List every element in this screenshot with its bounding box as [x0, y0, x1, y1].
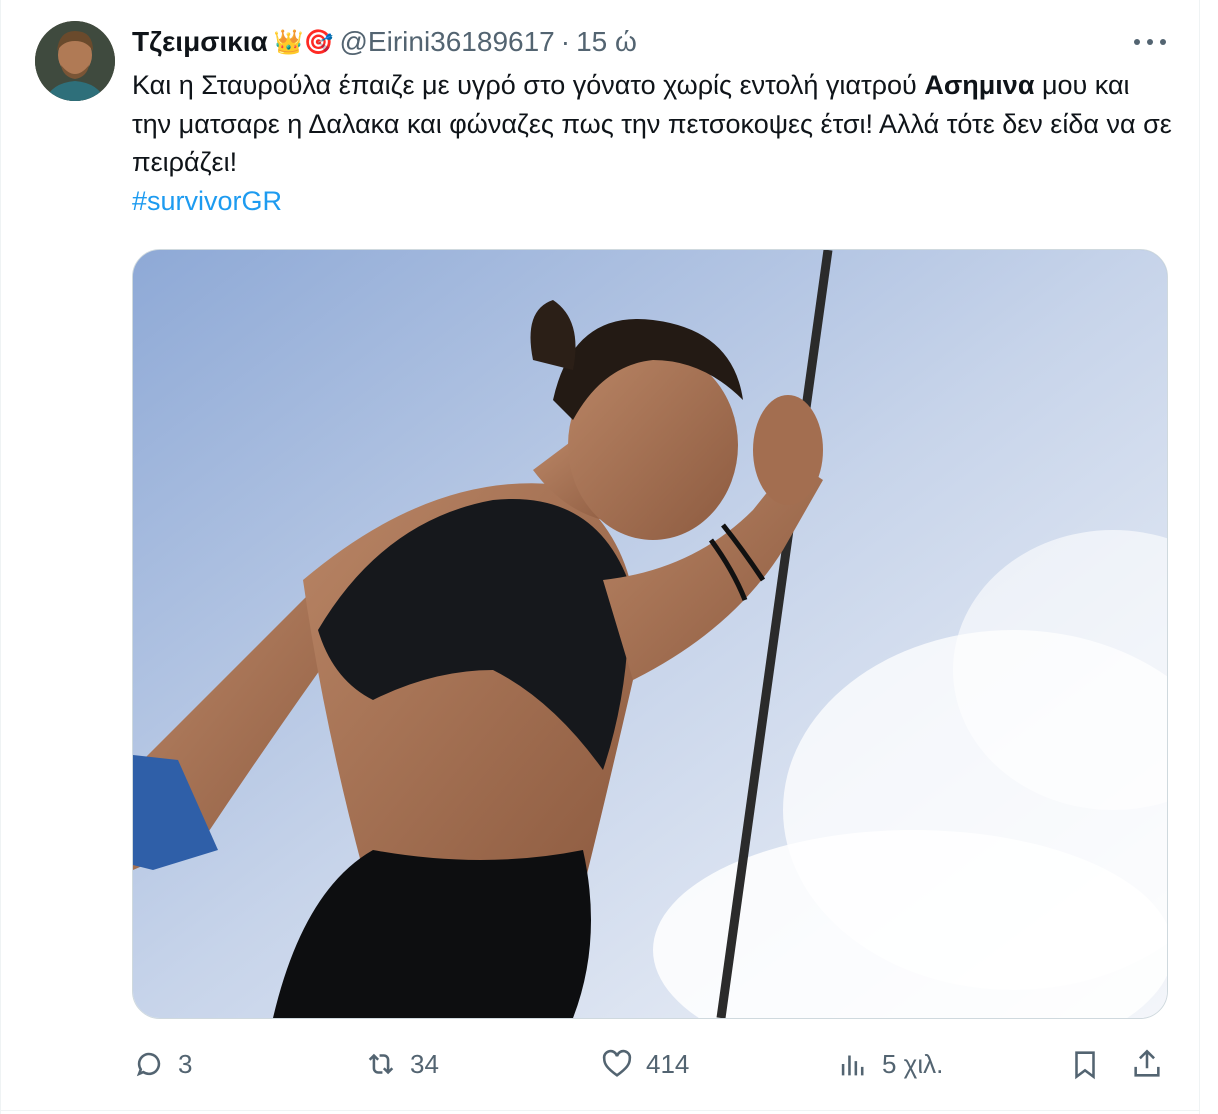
repost-button[interactable]: 34 [364, 1034, 439, 1094]
tweet-text-part: Και η Σταυρούλα έπαιζε με υγρό στο γόνατ… [132, 70, 925, 100]
share-button[interactable] [1130, 1034, 1164, 1094]
tweet-actions: 3 34 414 5 χιλ. [0, 1034, 1218, 1094]
views-button[interactable]: 5 χιλ. [836, 1034, 943, 1094]
tweet-header: Τζειμσικια 👑🎯 @Eirini36189617 · 15 ώ [132, 24, 637, 60]
view-count: 5 χιλ. [882, 1048, 944, 1079]
display-name[interactable]: Τζειμσικια [132, 26, 268, 58]
mention-name: Ασημινα [924, 70, 1035, 100]
timeline-border-left [0, 0, 1, 1114]
avatar[interactable] [35, 21, 115, 101]
tweet-photo[interactable] [132, 249, 1168, 1019]
tweet-text: Και η Σταυρούλα έπαιζε με υγρό στο γόνατ… [132, 66, 1172, 220]
reply-icon [136, 1052, 161, 1077]
repost-icon [368, 1053, 394, 1075]
views-icon [841, 1055, 864, 1076]
avatar-photo [35, 21, 115, 101]
reply-count: 3 [178, 1048, 193, 1079]
separator-dot: · [560, 26, 571, 57]
tweet-divider [0, 1110, 1200, 1111]
bookmark-button[interactable] [1068, 1034, 1102, 1094]
user-handle[interactable]: @Eirini36189617 [340, 26, 555, 58]
like-button[interactable]: 414 [600, 1034, 689, 1094]
reply-button[interactable]: 3 [132, 1034, 192, 1094]
timeline-border-right [1199, 0, 1200, 1114]
repost-count: 34 [410, 1048, 439, 1079]
like-count: 414 [646, 1048, 690, 1079]
bookmark-icon [1075, 1051, 1095, 1080]
hashtag-link[interactable]: #survivorGR [132, 182, 1172, 221]
more-options-icon[interactable] [1128, 24, 1172, 60]
photo-illustration [133, 250, 1167, 1018]
timestamp[interactable]: 15 ώ [576, 26, 637, 58]
heart-icon [602, 1049, 632, 1077]
share-icon [1134, 1049, 1160, 1077]
name-emojis: 👑🎯 [273, 28, 334, 56]
